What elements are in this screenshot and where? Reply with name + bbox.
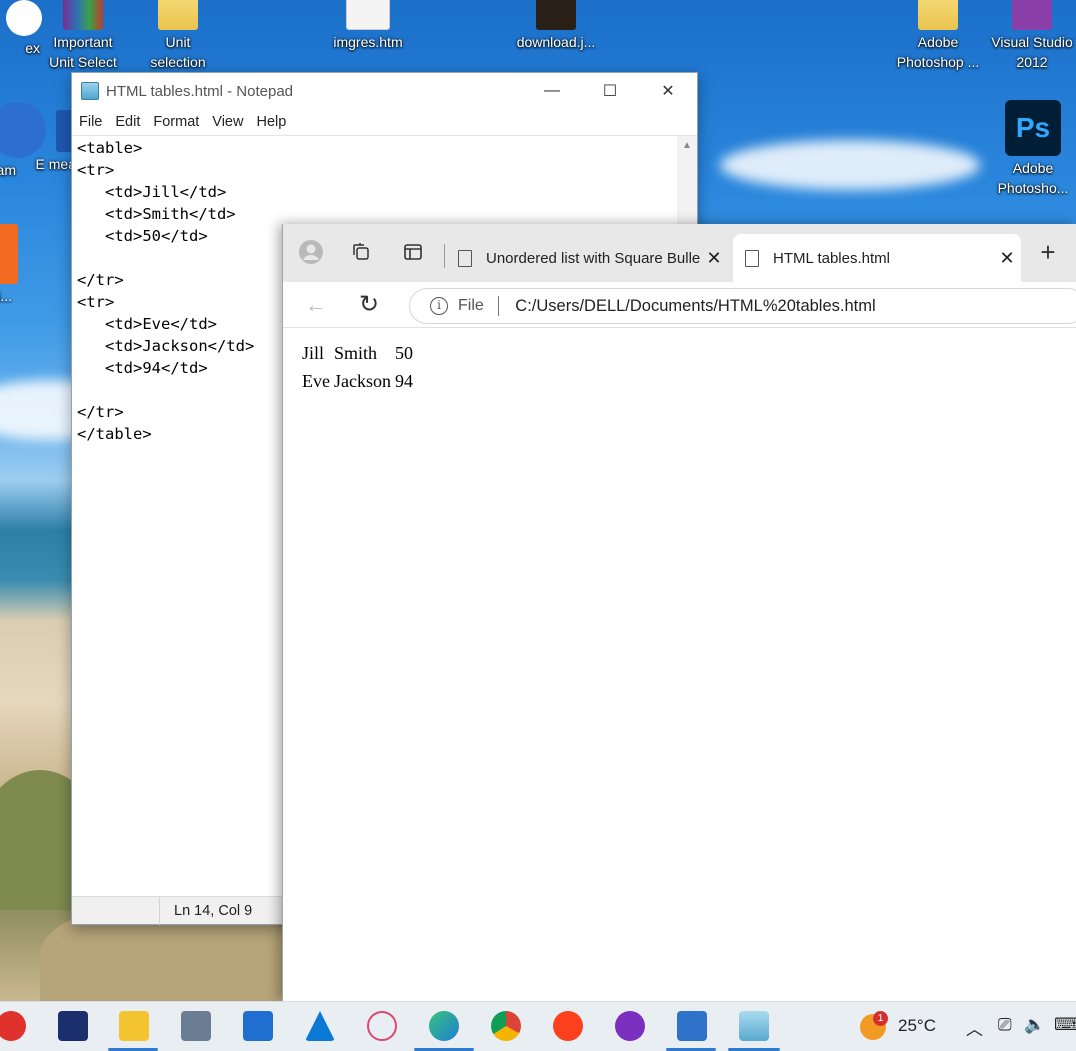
table-cell: Eve [302, 371, 330, 391]
desktop-icon-label: imgres.htm [333, 34, 403, 50]
photoshop-shortcut-icon: Ps [1005, 100, 1061, 156]
table-cell: 50 [394, 343, 413, 363]
desktop-icon-label: Adobe Photosho... [997, 160, 1069, 196]
desktop-icon-download[interactable]: download.j... [514, 0, 598, 52]
app-icon [0, 224, 18, 284]
notepad-app-icon [81, 82, 99, 100]
mail-icon[interactable] [243, 1011, 273, 1041]
meet-now-icon[interactable]: ⎚ [998, 1015, 1012, 1035]
minimize-button[interactable]: — [523, 73, 581, 109]
desktop-icon-adobe-folder[interactable]: Adobe Photoshop ... [896, 0, 980, 72]
tab-title: Unordered list with Square Bullets [486, 249, 700, 267]
desktop-icon-word[interactable]: E mea [20, 110, 80, 174]
table-cell: 94 [394, 371, 413, 391]
address-url[interactable]: C:/Users/DELL/Documents/HTML%20tables.ht… [515, 297, 875, 316]
language-icon[interactable]: ⌨ [1054, 1015, 1076, 1035]
document-icon [458, 249, 472, 267]
menu-format[interactable]: Format [153, 114, 199, 130]
photos-icon[interactable] [677, 1011, 707, 1041]
ecu-website-icon[interactable] [58, 1011, 88, 1041]
chrome-icon[interactable] [491, 1011, 521, 1041]
menu-edit[interactable]: Edit [115, 114, 140, 130]
edge-icon[interactable] [429, 1011, 459, 1041]
desktop-icon-photoshop[interactable]: Ps Adobe Photosho... [991, 100, 1075, 198]
address-divider [497, 296, 500, 316]
info-icon[interactable]: i [430, 297, 448, 315]
azure-icon[interactable] [305, 1011, 335, 1041]
weather-temperature[interactable]: 25°C [898, 1016, 936, 1036]
app-icon[interactable] [615, 1011, 645, 1041]
menu-help[interactable]: Help [256, 114, 286, 130]
weather-badge: 1 [873, 1011, 888, 1026]
table-cell: Jill [302, 343, 325, 363]
rendered-html-table: Jill Smith 50 Eve Jackson 94 [299, 338, 416, 396]
address-scheme: File [458, 297, 484, 314]
folder-icon [158, 0, 198, 30]
document-icon [745, 249, 759, 267]
cursor-position: Ln 14, Col 9 [159, 897, 252, 925]
taskbar: 1 25°C ︿ ⎚ 🔈 ⌨ [0, 1001, 1076, 1051]
tab-separator [444, 244, 445, 268]
folder-icon [918, 0, 958, 30]
desktop-icon[interactable]: ex [0, 0, 44, 58]
desktop-icon-label: E mea [35, 156, 76, 172]
collections-icon[interactable] [347, 238, 375, 266]
menu-file[interactable]: File [79, 114, 102, 130]
desktop-icon[interactable]: t Li... [0, 224, 34, 306]
edge-browser-window[interactable]: Unordered list with Square Bullets ✕ HTM… [282, 224, 1076, 1001]
notepad-icon[interactable] [739, 1011, 769, 1041]
html-file-icon [346, 0, 390, 30]
table-row: Eve Jackson 94 [301, 368, 414, 394]
tab-title: HTML tables.html [773, 249, 890, 267]
close-button[interactable]: ✕ [639, 73, 697, 109]
notepad-text-content[interactable]: <table> <tr> <td>Jill</td> <td>Smith</td… [77, 137, 254, 445]
menu-view[interactable]: View [212, 114, 243, 130]
desktop-icon-label: download.j... [516, 34, 596, 50]
notepad-titlebar[interactable]: HTML tables.html - Notepad — ☐ ✕ [72, 73, 697, 109]
profile-icon[interactable] [297, 238, 325, 266]
maximize-button[interactable]: ☐ [581, 73, 639, 109]
tab-strip: Unordered list with Square Bullets ✕ HTM… [283, 224, 1076, 282]
image-file-icon [536, 0, 576, 30]
yandex-icon[interactable] [553, 1011, 583, 1041]
notepad-menubar: File Edit Format View Help [72, 109, 697, 135]
cloud [720, 140, 980, 190]
browser-toolbar: ← ↻ i File C:/Users/DELL/Documents/HTML%… [283, 282, 1076, 328]
snipping-tool-icon[interactable] [367, 1011, 397, 1041]
close-tab-icon[interactable]: ✕ [700, 248, 728, 269]
back-arrow-icon[interactable]: ← [305, 292, 327, 318]
volume-icon[interactable]: 🔈 [1024, 1015, 1045, 1035]
refresh-icon[interactable]: ↻ [359, 290, 379, 319]
scroll-up-arrow-icon[interactable]: ▲ [677, 136, 697, 156]
page-viewport: Jill Smith 50 Eve Jackson 94 [283, 328, 1076, 1001]
tab-unordered-list[interactable]: Unordered list with Square Bullets ✕ [446, 234, 728, 282]
desktop-icon-label: ex [25, 40, 40, 56]
chevron-up-icon[interactable]: ︿ [966, 1015, 983, 1040]
table-cell: Jackson [333, 371, 391, 391]
tab-html-tables[interactable]: HTML tables.html ✕ [733, 234, 1021, 282]
desktop-icon-visual-studio[interactable]: Visual Studio 2012 [990, 0, 1074, 72]
vivaldi-icon[interactable] [0, 1011, 26, 1041]
desktop-icon-label: Adobe Photoshop ... [896, 34, 980, 70]
desktop-icon-important[interactable]: Important Unit Select [41, 0, 125, 72]
file-explorer-icon[interactable] [119, 1011, 149, 1041]
notepad-title: HTML tables.html - Notepad [106, 82, 294, 100]
vertical-tabs-icon[interactable] [399, 238, 427, 266]
app-icon [6, 0, 42, 36]
new-tab-button[interactable]: + [1033, 238, 1063, 268]
address-bar[interactable]: i File C:/Users/DELL/Documents/HTML%20ta… [409, 288, 1076, 324]
desktop-icon-label: t Li... [0, 288, 12, 304]
visual-studio-icon [1012, 0, 1052, 30]
winrar-archive-icon [63, 0, 103, 30]
table-row: Jill Smith 50 [301, 340, 414, 366]
desktop-icon-imgres[interactable]: imgres.htm [326, 0, 410, 52]
desktop-icon-label: Important Unit Select [49, 34, 117, 70]
desktop-icon-label: Visual Studio 2012 [991, 34, 1073, 70]
table-cell: Smith [333, 343, 377, 363]
calculator-icon[interactable] [181, 1011, 211, 1041]
close-tab-icon[interactable]: ✕ [993, 248, 1021, 269]
